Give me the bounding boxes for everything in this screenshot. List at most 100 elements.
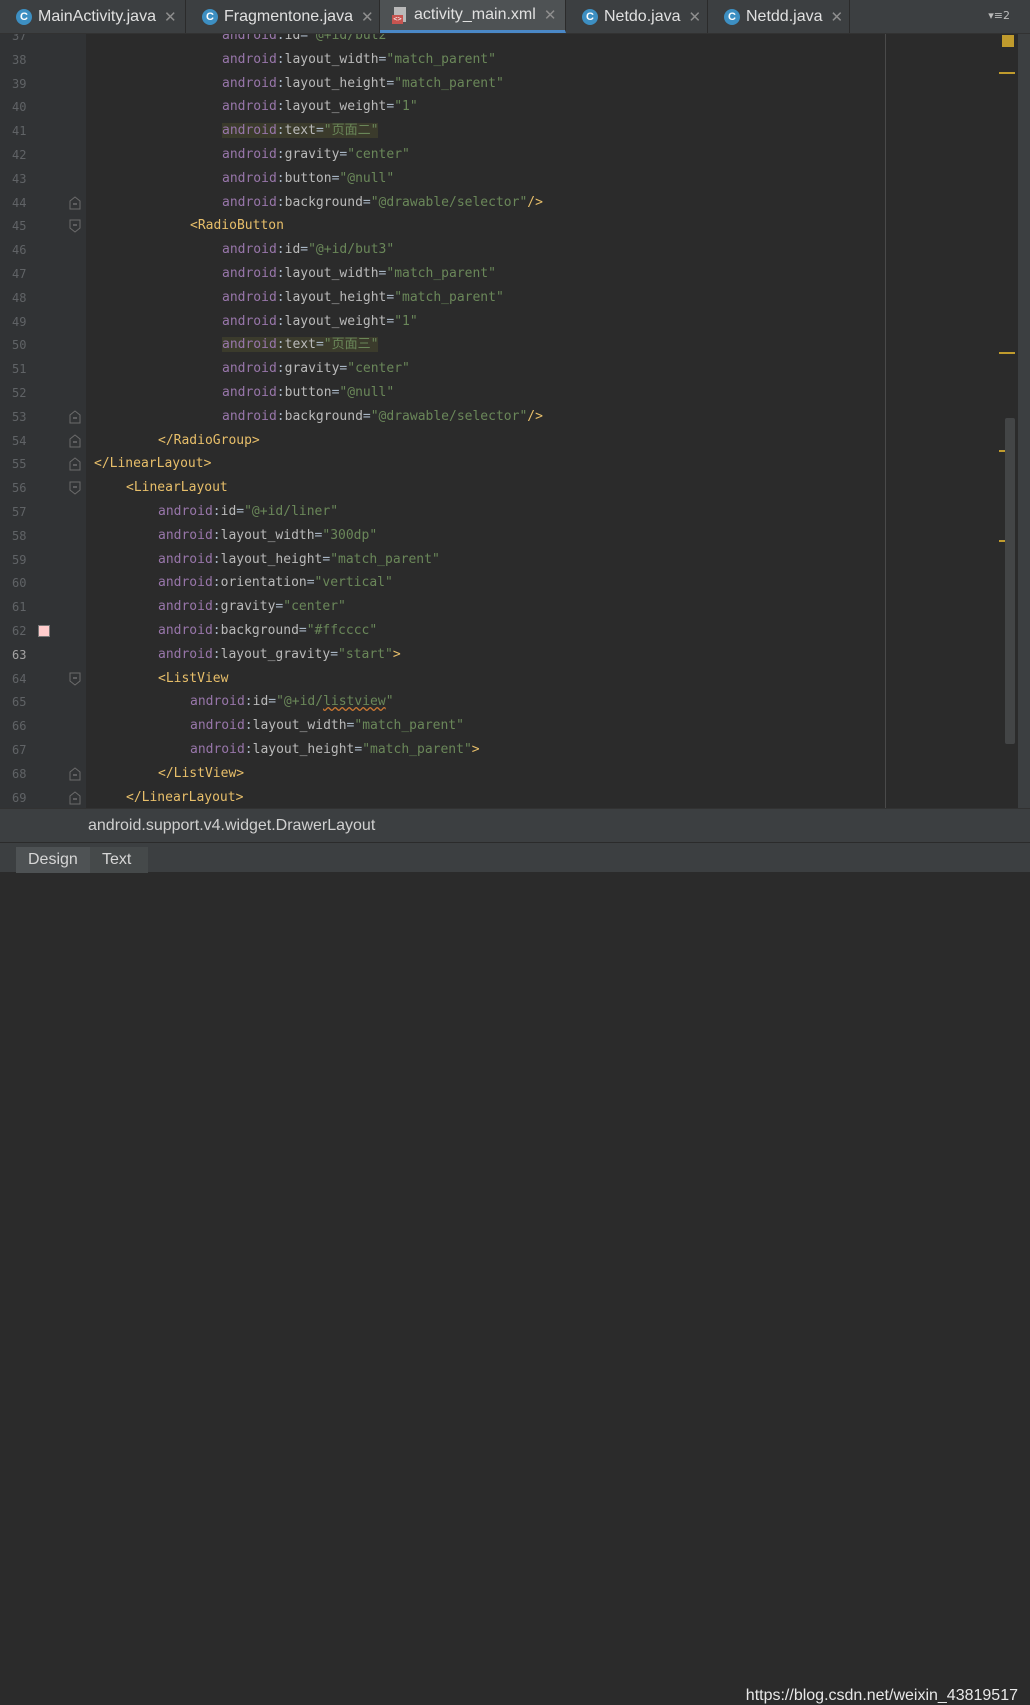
close-icon[interactable]: ✕	[361, 8, 374, 26]
tab-netdo[interactable]: C Netdo.java ✕	[566, 0, 708, 33]
code-token: <LinearLayout	[126, 480, 228, 496]
fold-end-icon[interactable]	[69, 767, 81, 781]
breadcrumb-item[interactable]: android.support.v4.widget.DrawerLayout	[88, 817, 375, 835]
code-token: </RadioGroup>	[158, 432, 260, 448]
code-line[interactable]: 39 android:layout_height="match_parent"	[0, 72, 1000, 96]
line-number: 39	[12, 76, 27, 91]
code-token: "center"	[347, 147, 410, 162]
code-text: android:layout_gravity="start">	[158, 643, 401, 667]
code-token: android	[222, 99, 277, 115]
tab-activity-main-xml[interactable]: <> activity_main.xml ✕	[380, 0, 566, 33]
code-line[interactable]: 49 android:layout_weight="1"	[0, 310, 1000, 334]
code-line[interactable]: 68 </ListView>	[0, 762, 1000, 786]
inspection-status-icon[interactable]	[1002, 35, 1014, 47]
code-line[interactable]: 43 android:button="@null"	[0, 167, 1000, 191]
fold-start-icon[interactable]	[69, 672, 81, 686]
code-token: gravity	[220, 599, 276, 615]
code-line[interactable]: 46 android:id="@+id/but3"	[0, 238, 1000, 262]
code-line[interactable]: 57 android:id="@+id/liner"	[0, 500, 1000, 524]
code-line[interactable]: 53 android:background="@drawable/selector…	[0, 405, 1000, 429]
code-token: "match_parent"	[354, 718, 464, 734]
code-text: android:layout_width="300dp"	[158, 524, 377, 548]
code-line[interactable]: 58 android:layout_width="300dp"	[0, 524, 1000, 548]
code-line[interactable]: 56 <LinearLayout	[0, 476, 1000, 500]
tab-text[interactable]: Text	[90, 847, 148, 873]
code-text: android:layout_height="match_parent"	[222, 72, 504, 96]
code-token: android	[222, 385, 277, 400]
code-line[interactable]: 50 android:text="页面三"	[0, 333, 1000, 357]
code-token: android	[158, 504, 213, 519]
code-token: :	[212, 623, 221, 638]
code-line[interactable]: 47 android:layout_width="match_parent"	[0, 262, 1000, 286]
line-number: 64	[12, 671, 27, 686]
code-token: android	[222, 266, 277, 281]
code-token: :	[244, 742, 253, 757]
code-line[interactable]: 45 <RadioButton	[0, 214, 1000, 238]
code-token: orientation	[220, 575, 307, 591]
line-number: 46	[12, 243, 27, 258]
code-line[interactable]: 41 android:text="页面二"	[0, 119, 1000, 143]
watermark-text: https://blog.csdn.net/weixin_43819517	[745, 1687, 1018, 1704]
line-number: 60	[12, 576, 27, 591]
code-token: android	[222, 242, 277, 258]
code-line[interactable]: 42 android:gravity="center"	[0, 143, 1000, 167]
fold-start-icon[interactable]	[69, 219, 81, 234]
code-line[interactable]: 63 android:layout_gravity="start">	[0, 643, 1000, 667]
warning-marker[interactable]	[999, 72, 1015, 74]
tab-design[interactable]: Design	[16, 847, 90, 873]
code-text: <RadioButton	[190, 214, 284, 238]
tab-overflow-icon[interactable]: ▾≡2	[988, 9, 1010, 22]
code-line[interactable]: 69 </LinearLayout>	[0, 786, 1000, 808]
class-c-icon: C	[202, 8, 218, 25]
fold-end-icon[interactable]	[69, 457, 81, 471]
code-line[interactable]: 66 android:layout_width="match_parent"	[0, 714, 1000, 738]
code-token: layout_width	[284, 51, 379, 67]
fold-end-icon[interactable]	[69, 790, 81, 805]
code-line[interactable]: 62 android:background="#ffcccc"	[0, 619, 1000, 643]
code-line[interactable]: 48 android:layout_height="match_parent"	[0, 286, 1000, 310]
color-swatch-icon[interactable]	[38, 625, 50, 637]
line-number: 47	[12, 267, 27, 281]
close-icon[interactable]: ✕	[689, 8, 702, 26]
code-line[interactable]: 65 android:id="@+id/listview"	[0, 690, 1000, 714]
code-token: android	[222, 170, 277, 186]
close-icon[interactable]: ✕	[831, 8, 844, 26]
code-line[interactable]: 60 android:orientation="vertical"	[0, 571, 1000, 595]
class-c-icon: C	[724, 8, 740, 25]
tab-netdd[interactable]: C Netdd.java ✕	[708, 0, 850, 33]
vertical-scrollbar-thumb[interactable]	[1005, 418, 1015, 744]
code-line[interactable]: 54 </RadioGroup>	[0, 429, 1000, 453]
code-line[interactable]: 52 android:button="@null"	[0, 381, 1000, 405]
code-line[interactable]: 64 <ListView	[0, 667, 1000, 691]
warning-marker[interactable]	[999, 352, 1015, 354]
fold-end-icon[interactable]	[69, 433, 81, 448]
code-line[interactable]: 44 android:background="@drawable/selector…	[0, 191, 1000, 215]
code-token: />	[527, 408, 543, 424]
code-line[interactable]: 61 android:gravity="center"	[0, 595, 1000, 619]
code-line[interactable]: 38 android:layout_width="match_parent"	[0, 48, 1000, 72]
line-number: 44	[12, 195, 27, 210]
code-line[interactable]: 51 android:gravity="center"	[0, 357, 1000, 381]
code-token: :	[276, 266, 285, 281]
code-token: gravity	[284, 361, 340, 377]
code-line[interactable]: 40 android:layout_weight="1"	[0, 95, 1000, 119]
xml-file-icon: <>	[392, 6, 408, 24]
code-text: android:layout_height="match_parent">	[190, 738, 480, 762]
fold-end-icon[interactable]	[69, 410, 81, 424]
close-icon[interactable]: ✕	[164, 8, 177, 26]
fold-start-icon[interactable]	[69, 481, 81, 495]
code-line[interactable]: 59 android:layout_height="match_parent"	[0, 548, 1000, 572]
tab-mainactivity[interactable]: C MainActivity.java ✕	[0, 0, 186, 33]
code-token: gravity	[284, 147, 340, 162]
code-line[interactable]: 55 </LinearLayout>	[0, 452, 1000, 476]
code-text: android:gravity="center"	[158, 595, 346, 619]
close-icon[interactable]: ✕	[544, 6, 557, 24]
code-token: id	[252, 694, 269, 710]
fold-end-icon[interactable]	[69, 195, 81, 210]
code-editor[interactable]: 37 android:id="@+id/but2" 38 android:layout…	[0, 34, 1000, 808]
code-text: android:background="@drawable/selector"/…	[222, 405, 543, 429]
code-token: android	[190, 742, 245, 757]
code-token: android	[222, 313, 277, 329]
tab-fragmentone[interactable]: C Fragmentone.java ✕	[186, 0, 380, 33]
code-line[interactable]: 67 android:layout_height="match_parent">	[0, 738, 1000, 762]
